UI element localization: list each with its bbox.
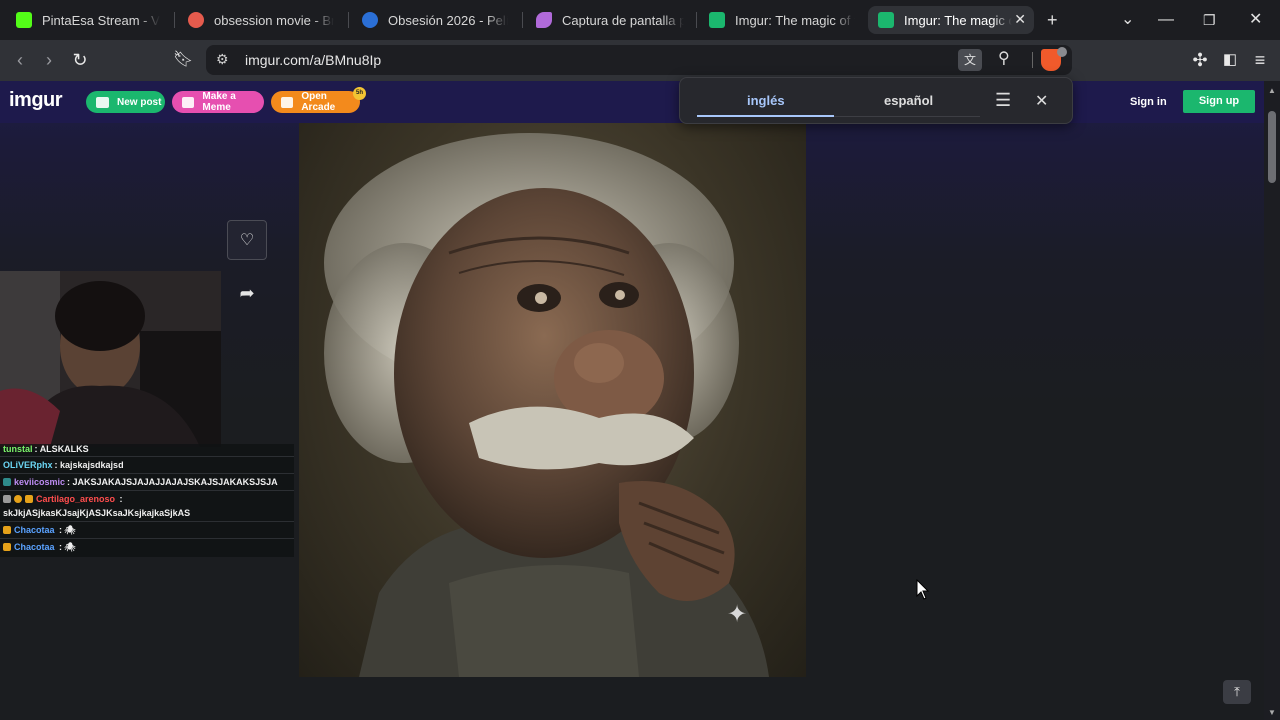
scroll-thumb[interactable] <box>1268 111 1276 183</box>
minimize-icon[interactable]: — <box>1158 9 1174 31</box>
window-close-icon[interactable]: ✕ <box>1249 9 1262 31</box>
chat-message: OLiVERphx: kajskajsdkajsd <box>3 460 124 470</box>
close-tab-icon[interactable]: ✕ <box>1014 11 1026 28</box>
bookmark-icon[interactable]: 🔖︎ <box>172 49 194 71</box>
tab-imgur-active[interactable]: Imgur: The magic o ✕ <box>868 6 1034 34</box>
menu-icon[interactable]: ≡ <box>1249 49 1271 71</box>
sub-badge-icon <box>3 526 11 534</box>
tab-pintaesa-stream[interactable]: PintaEsa Stream - V <box>6 6 170 34</box>
post-image[interactable] <box>299 123 806 677</box>
tab-separator <box>696 12 697 28</box>
scroll-up-icon[interactable]: ▲ <box>1268 86 1276 95</box>
sub-badge-icon <box>25 495 33 503</box>
imgur-header: imgur New post Make a Meme Open Arcade 5… <box>0 81 1264 123</box>
emote-icon: 🕷︎ <box>64 525 76 535</box>
url-text[interactable]: imgur.com/a/BMnu8Ip <box>245 52 381 68</box>
new-tab-button[interactable]: + <box>1047 9 1058 31</box>
new-post-button[interactable]: New post <box>86 91 165 113</box>
browser-toolbar: ‹ › ↻ 🔖︎ ⚙︎ imgur.com/a/BMnu8Ip 文 ⚲ ✣ ◧ … <box>0 40 1280 81</box>
emote-icon: 🕷︎ <box>64 542 76 552</box>
reload-icon[interactable]: ↻ <box>69 49 91 71</box>
chat-message-continued: skJkjASjkasKJsajKjASJKsaJKsjkajkaSjkAS <box>3 508 191 518</box>
translate-icon[interactable]: 文 <box>958 49 982 71</box>
back-to-top-button[interactable]: ⤒ <box>1223 680 1251 704</box>
zoom-icon[interactable]: ⚲ <box>998 48 1010 68</box>
heart-icon: ♡ <box>239 232 255 249</box>
imgur-page: imgur New post Make a Meme Open Arcade 5… <box>0 81 1280 720</box>
chat-divider <box>0 473 294 474</box>
url-separator <box>1032 52 1033 68</box>
browser-window: PintaEsa Stream - V obsession movie - Br… <box>0 0 1280 720</box>
scroll-down-icon[interactable]: ▼ <box>1268 708 1276 717</box>
arcade-badge: 5h <box>353 87 366 100</box>
chat-message: tunstal: ALSKALKS <box>3 444 89 454</box>
tab-search-chevron-icon[interactable]: ⌄ <box>1121 9 1134 31</box>
trophy-badge-icon <box>3 495 11 503</box>
open-arcade-button[interactable]: Open Arcade <box>271 91 360 113</box>
chat-divider <box>0 456 294 457</box>
translate-close-icon[interactable]: ✕ <box>1035 91 1048 111</box>
sparkle-watermark-icon: ✦ <box>727 601 748 628</box>
page-scrollbar[interactable]: ▲ ▼ <box>1264 81 1280 720</box>
share-button[interactable]: ➦ <box>227 273 267 313</box>
meme-icon <box>182 96 195 108</box>
tab-obsesion-2026[interactable]: Obsesión 2026 - Películ <box>352 6 518 34</box>
mouse-cursor-icon <box>916 579 930 600</box>
gamepad-icon <box>281 96 294 108</box>
restore-icon[interactable]: ❐ <box>1203 9 1216 31</box>
tab-separator <box>522 12 523 28</box>
chat-message: keviicosmic: JAKSJAKAJSJAJAJJAJAJSKAJSJA… <box>3 477 278 487</box>
tab-separator <box>348 12 349 28</box>
extensions-icon[interactable]: ✣ <box>1189 49 1211 71</box>
address-bar[interactable]: ⚙︎ imgur.com/a/BMnu8Ip 文 ⚲ <box>206 45 1072 75</box>
sign-in-link[interactable]: Sign in <box>1130 96 1167 108</box>
tab-imgur-1[interactable]: Imgur: The magic of th <box>699 6 865 34</box>
chat-message: Chacotaa : 🕷︎ <box>3 525 76 536</box>
imgur-logo[interactable]: imgur <box>9 89 63 112</box>
search-favicon-icon <box>188 12 204 28</box>
shields-badge <box>1057 47 1067 57</box>
chat-message: Cartilago_arenoso : <box>3 494 123 504</box>
translate-popup: inglés español ☰ ✕ <box>679 77 1073 124</box>
forward-icon[interactable]: › <box>38 49 60 71</box>
favorite-button[interactable]: ♡ <box>227 220 267 260</box>
arrow-up-icon: ⤒ <box>1234 684 1240 699</box>
make-meme-button[interactable]: Make a Meme <box>172 91 264 113</box>
site-favicon-icon <box>362 12 378 28</box>
sub-badge-icon <box>3 478 11 486</box>
streamer-webcam <box>0 271 221 447</box>
back-icon[interactable]: ‹ <box>9 49 31 71</box>
imgur-favicon-icon <box>709 12 725 28</box>
sign-up-button[interactable]: Sign up <box>1183 90 1255 113</box>
translate-options-menu-icon[interactable]: ☰ <box>995 91 1011 109</box>
tab-strip: PintaEsa Stream - V obsession movie - Br… <box>0 0 1280 40</box>
plus-icon <box>96 96 109 108</box>
source-language-tab[interactable]: inglés <box>747 93 785 108</box>
caricature-artwork <box>324 133 769 677</box>
chat-divider <box>0 538 294 539</box>
imgur-favicon-icon <box>878 12 894 28</box>
webcam-feed <box>0 271 221 447</box>
gift-badge-icon <box>14 495 22 503</box>
share-arrow-icon: ➦ <box>239 283 255 303</box>
tab-separator <box>174 12 175 28</box>
chat-divider <box>0 490 294 491</box>
kick-favicon-icon <box>16 12 32 28</box>
chat-divider <box>0 521 294 522</box>
target-language-tab[interactable]: español <box>884 93 933 108</box>
sub-badge-icon <box>3 543 11 551</box>
active-tab-indicator <box>697 115 834 117</box>
stream-chat: tunstal: ALSKALKS OLiVERphx: kajskajsdka… <box>0 444 294 557</box>
tab-divider <box>834 116 980 117</box>
site-settings-icon[interactable]: ⚙︎ <box>216 51 229 68</box>
tab-obsession-movie[interactable]: obsession movie - Brav <box>178 6 344 34</box>
feather-favicon-icon <box>536 12 552 28</box>
chat-message: Chacotaa : 🕷︎ <box>3 542 76 553</box>
sidebar-icon[interactable]: ◧ <box>1219 49 1241 71</box>
tab-captura-pantalla[interactable]: Captura de pantalla po <box>526 6 694 34</box>
